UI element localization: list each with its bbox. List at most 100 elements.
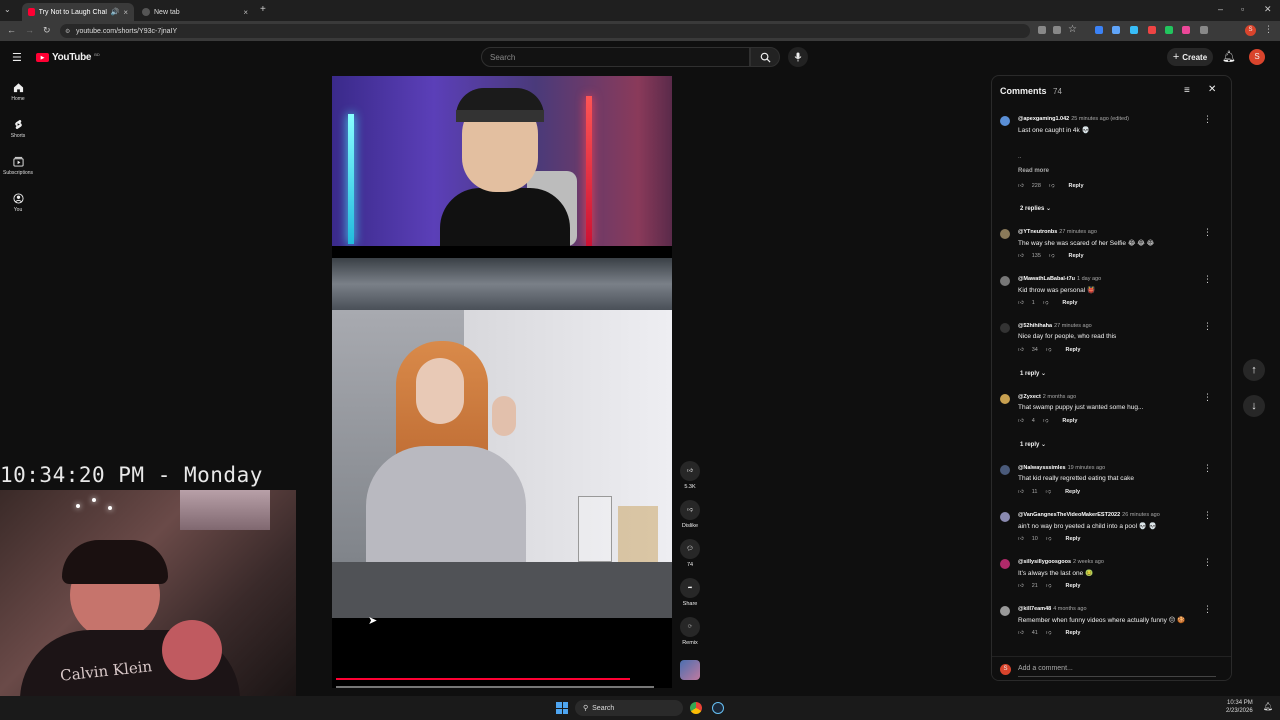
more-options-icon[interactable]: ⋮ xyxy=(1203,463,1212,474)
next-short-button[interactable]: ↓ xyxy=(1243,395,1265,417)
forward-icon[interactable]: → xyxy=(25,25,34,35)
more-options-icon[interactable]: ⋮ xyxy=(1203,114,1212,125)
comment-author[interactable]: @VanGangnesTheVideoMakerEST2022 xyxy=(1018,512,1120,518)
view-replies-button[interactable]: 1 reply ⌄ xyxy=(1020,441,1046,448)
reply-button[interactable]: Reply xyxy=(1062,418,1077,424)
comment-author[interactable]: @MawathLaBabal-t7u xyxy=(1018,276,1075,282)
avatar[interactable] xyxy=(1000,394,1010,404)
thumbs-down-icon[interactable]: 👎︎ xyxy=(1043,300,1049,306)
avatar[interactable] xyxy=(1000,229,1010,239)
bookmark-star-icon[interactable]: ☆ xyxy=(1068,24,1077,35)
new-tab-button[interactable]: + xyxy=(260,4,266,15)
search-input[interactable]: Search xyxy=(481,47,750,67)
sound-thumbnail[interactable] xyxy=(680,660,700,680)
view-replies-button[interactable]: 1 reply ⌄ xyxy=(1020,370,1046,377)
reply-button[interactable]: Reply xyxy=(1062,300,1077,306)
more-options-icon[interactable]: ⋮ xyxy=(1203,274,1212,285)
reply-button[interactable]: Reply xyxy=(1065,536,1080,542)
thumbs-up-icon[interactable]: 👍︎ xyxy=(1018,536,1024,542)
thumbs-up-icon[interactable]: 👍︎ xyxy=(1018,583,1024,589)
close-tab-icon[interactable]: × xyxy=(243,8,248,17)
comment-author[interactable]: @YTneutronbs xyxy=(1018,229,1057,235)
thumbs-down-icon[interactable]: 👎︎ xyxy=(1049,253,1055,259)
sidebar-item-home[interactable]: Home xyxy=(0,82,36,102)
thumbs-up-icon[interactable]: 👍︎ xyxy=(1018,489,1024,495)
comment-author[interactable]: @apexgaming1.042 xyxy=(1018,116,1069,122)
reply-button[interactable]: Reply xyxy=(1065,583,1080,589)
read-more-link[interactable]: Read more xyxy=(1018,168,1049,174)
dislike-button[interactable]: 👎︎ Dislike xyxy=(676,500,704,529)
thumbs-down-icon[interactable]: 👎︎ xyxy=(1046,536,1052,542)
maximize-button[interactable]: ▫ xyxy=(1241,4,1244,14)
sidebar-item-you[interactable]: You xyxy=(0,193,36,213)
tab-new-tab[interactable]: New tab × xyxy=(136,3,254,21)
avatar[interactable] xyxy=(1000,512,1010,522)
thumbs-down-icon[interactable]: 👎︎ xyxy=(1043,418,1049,424)
comment-author[interactable]: @52hihihaha xyxy=(1018,323,1052,329)
comment-author[interactable]: @sillysillygoosgoos xyxy=(1018,559,1071,565)
voice-search-button[interactable] xyxy=(788,47,808,67)
close-tab-icon[interactable]: × xyxy=(123,8,128,17)
reload-icon[interactable]: ↻ xyxy=(43,25,51,36)
avatar[interactable] xyxy=(1000,116,1010,126)
thumbs-down-icon[interactable]: 👎︎ xyxy=(1046,583,1052,589)
thumbs-up-icon[interactable]: 👍︎ xyxy=(1018,183,1024,189)
reply-button[interactable]: Reply xyxy=(1069,183,1084,189)
extension-icon[interactable] xyxy=(1182,26,1190,34)
cast-icon[interactable] xyxy=(1053,26,1061,34)
search-button[interactable] xyxy=(750,47,780,67)
reply-button[interactable]: Reply xyxy=(1065,489,1080,495)
thumbs-up-icon[interactable]: 👍︎ xyxy=(1018,300,1024,306)
thumbs-down-icon[interactable]: 👎︎ xyxy=(1045,489,1051,495)
remix-button[interactable]: ⟳ Remix xyxy=(676,617,704,646)
notification-icon[interactable]: 🔔︎ xyxy=(1263,702,1273,711)
taskbar-clock[interactable]: 10:34 PM 2/23/2026 xyxy=(1226,699,1253,715)
avatar[interactable] xyxy=(1000,276,1010,286)
share-button[interactable]: ➦ Share xyxy=(676,578,704,607)
more-options-icon[interactable]: ⋮ xyxy=(1203,321,1212,332)
profile-avatar[interactable]: S xyxy=(1245,25,1256,36)
more-options-icon[interactable]: ⋮ xyxy=(1203,510,1212,521)
more-options-icon[interactable]: ⋮ xyxy=(1203,392,1212,403)
notifications-bell-icon[interactable]: 🔔︎ xyxy=(1222,50,1236,63)
extension-icon[interactable] xyxy=(1130,26,1138,34)
sidebar-item-subscriptions[interactable]: Subscriptions xyxy=(0,156,36,176)
extension-icon[interactable] xyxy=(1148,26,1156,34)
chrome-icon[interactable] xyxy=(690,702,702,714)
add-comment-input[interactable]: Add a comment... xyxy=(1018,665,1073,672)
comments-button[interactable]: 💬︎ 74 xyxy=(676,539,704,568)
avatar[interactable] xyxy=(1000,606,1010,616)
address-bar[interactable]: ⚙ youtube.com/shorts/Y93c-7jnaIY xyxy=(60,24,1030,38)
extension-icon[interactable] xyxy=(1165,26,1173,34)
avatar[interactable] xyxy=(1000,465,1010,475)
more-options-icon[interactable]: ⋮ xyxy=(1203,227,1212,238)
hamburger-menu-icon[interactable]: ☰ xyxy=(12,51,22,64)
comment-author[interactable]: @kill7eam48 xyxy=(1018,606,1051,612)
taskbar-search[interactable]: ⚲ Search xyxy=(575,700,683,716)
extensions-puzzle-icon[interactable] xyxy=(1200,26,1208,34)
more-options-icon[interactable]: ⋮ xyxy=(1203,557,1212,568)
youtube-logo[interactable]: ▶ YouTube BD xyxy=(36,52,100,63)
more-options-icon[interactable]: ⋮ xyxy=(1203,604,1212,615)
avatar[interactable] xyxy=(1000,323,1010,333)
thumbs-down-icon[interactable]: 👎︎ xyxy=(1046,347,1052,353)
thumbs-up-icon[interactable]: 👍︎ xyxy=(1018,253,1024,259)
thumbs-down-icon[interactable]: 👎︎ xyxy=(1049,183,1055,189)
sort-icon[interactable]: ≡ xyxy=(1184,85,1190,96)
reply-button[interactable]: Reply xyxy=(1065,347,1080,353)
previous-short-button[interactable]: ↑ xyxy=(1243,359,1265,381)
thumbs-up-icon[interactable]: 👍︎ xyxy=(1018,418,1024,424)
account-avatar[interactable]: S xyxy=(1249,49,1265,65)
speaker-icon[interactable]: 🔊 xyxy=(111,8,120,16)
back-icon[interactable]: ← xyxy=(7,25,16,35)
browser-menu-icon[interactable]: ⋮ xyxy=(1264,24,1273,35)
comment-author[interactable]: @Zyxect xyxy=(1018,394,1041,400)
thumbs-down-icon[interactable]: 👎︎ xyxy=(1046,630,1052,636)
video-progress-bar[interactable] xyxy=(336,678,630,680)
comment-author[interactable]: @Nalwaysssimles xyxy=(1018,465,1066,471)
shorts-video-player[interactable] xyxy=(332,76,672,688)
view-replies-button[interactable]: 2 replies ⌄ xyxy=(1020,205,1051,212)
close-icon[interactable]: ✕ xyxy=(1208,84,1216,95)
translate-icon[interactable] xyxy=(1038,26,1046,34)
steam-icon[interactable] xyxy=(712,702,724,714)
